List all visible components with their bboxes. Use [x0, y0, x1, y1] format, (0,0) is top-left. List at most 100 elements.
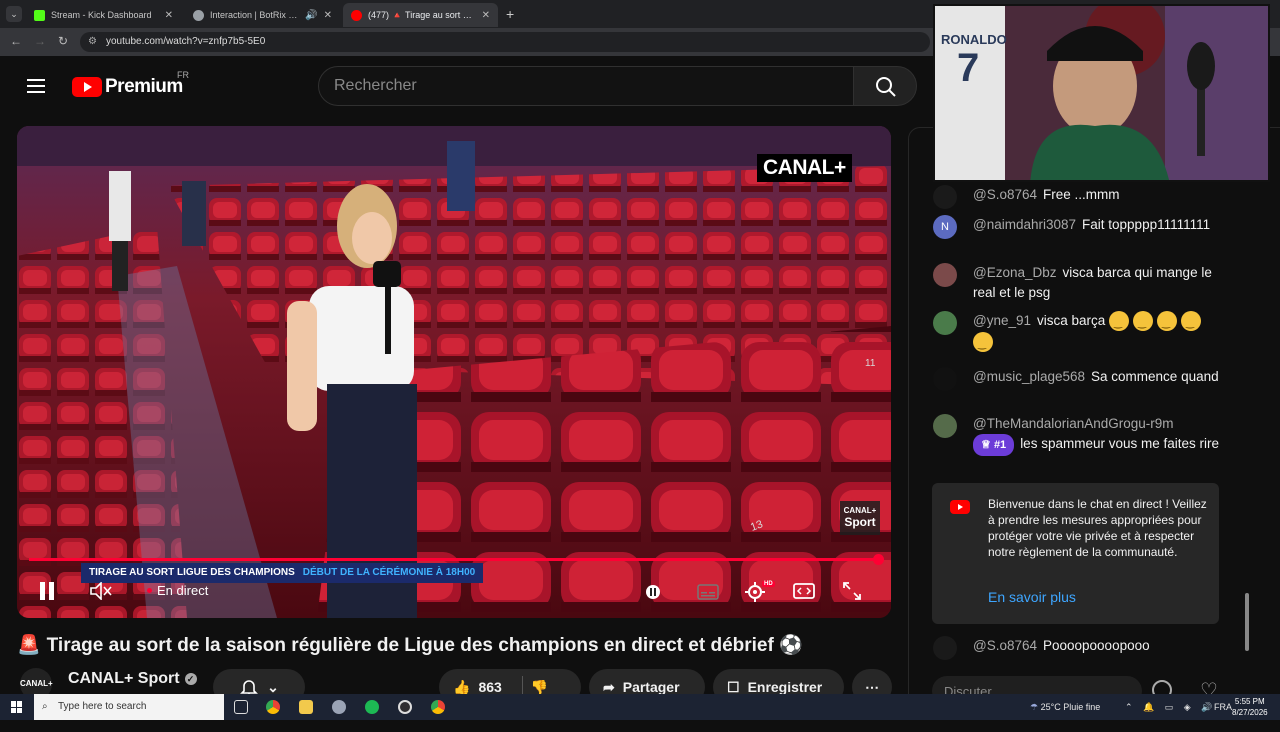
fullscreen-button[interactable]: [843, 582, 861, 605]
thumbs-down-icon[interactable]: 👎: [531, 679, 548, 696]
url-field[interactable]: ⚙ youtube.com/watch?v=znfp7b5-5E0: [80, 32, 930, 52]
progress-bar[interactable]: [29, 558, 881, 561]
botrix-favicon-icon: [193, 9, 204, 21]
youtube-header: Premium FR: [0, 56, 930, 116]
close-tab-icon[interactable]: ✕: [324, 10, 332, 21]
tab-search-chevron-icon[interactable]: ⌄: [6, 6, 22, 22]
chat-text: Fait toppppp11111111: [1082, 217, 1211, 232]
autoplay-toggle[interactable]: [645, 584, 661, 605]
lower-third-title: TIRAGE AU SORT LIGUE DES CHAMPIONS: [81, 563, 303, 583]
live-label[interactable]: En direct: [157, 583, 208, 598]
new-tab-plus-icon[interactable]: +: [506, 6, 514, 22]
theater-mode-button[interactable]: [793, 583, 815, 604]
member-rank: #1: [993, 439, 1007, 451]
chat-avatar: [933, 414, 957, 438]
close-tab-icon[interactable]: ✕: [482, 10, 490, 21]
search-box[interactable]: [318, 66, 854, 106]
youtube-favicon-icon: [351, 9, 362, 21]
search-icon: ⌕: [42, 701, 48, 712]
soccer-ball-emoji-icon: ⚽: [779, 635, 803, 656]
canal-plus-logo: CANAL+: [757, 154, 852, 182]
weather-rain-icon: ☂: [1030, 702, 1041, 712]
forward-arrow-icon[interactable]: →: [34, 34, 46, 48]
back-arrow-icon[interactable]: ←: [10, 34, 22, 48]
chat-author[interactable]: @yne_91: [973, 313, 1031, 328]
chat-welcome-notice: Bienvenue dans le chat en direct ! Veill…: [932, 483, 1219, 624]
browser-tab-youtube[interactable]: (477) 🔺 Tirage au sort de la sa ✕: [343, 3, 498, 27]
chat-message: N @naimdahri3087 Fait toppppp11111111: [933, 215, 1223, 239]
tray-icons[interactable]: ⌃ 🔔 ▭ ◈ 🔊: [1125, 694, 1216, 720]
chat-text: Free ...mmm: [1043, 187, 1120, 202]
chrome-active-icon[interactable]: [431, 700, 445, 714]
theater-mode-icon: [793, 583, 815, 599]
pause-icon: [40, 582, 54, 600]
search-input[interactable]: [319, 67, 853, 105]
chat-message: @TheMandalorianAndGrogu-r9m ♕ #1 les spamm…: [933, 414, 1223, 456]
menu-hamburger-icon[interactable]: [27, 79, 45, 93]
subtitles-icon: [697, 584, 719, 600]
live-indicator-dot: [147, 588, 152, 593]
url-text: youtube.com/watch?v=znfp7b5-5E0: [106, 36, 266, 47]
browser-tab-kick[interactable]: Stream - Kick Dashboard ✕: [26, 3, 181, 27]
verified-check-icon: ✓: [184, 672, 197, 685]
canal-sport-watermark: CANAL+ Sport: [840, 501, 880, 535]
thumbs-up-icon: 👍: [453, 678, 471, 695]
chat-author[interactable]: @S.o8764: [973, 187, 1037, 202]
chat-author[interactable]: @naimdahri3087: [973, 217, 1076, 232]
youtube-logo-icon[interactable]: [72, 77, 102, 97]
speaker-icon[interactable]: 🔊: [305, 10, 317, 21]
close-tab-icon[interactable]: ✕: [165, 10, 173, 21]
system-clock[interactable]: 5:55 PM 8/27/2026: [1232, 696, 1268, 718]
smile-emoji-icon: [1157, 311, 1178, 334]
chat-author[interactable]: @S.o8764: [973, 638, 1037, 653]
obs-icon[interactable]: [398, 700, 412, 714]
chrome-icon[interactable]: [266, 700, 280, 714]
reload-icon[interactable]: ↻: [58, 34, 68, 48]
pause-button[interactable]: [39, 582, 55, 605]
site-info-icon[interactable]: ⚙: [88, 32, 97, 52]
search-button[interactable]: [853, 66, 917, 106]
seat-number-2: 11: [865, 358, 876, 369]
video-player[interactable]: 13 11 CANAL+ CANAL+ Sport TIRAGE AU SORT…: [17, 126, 891, 618]
chat-avatar: [933, 185, 957, 209]
youtube-premium-wordmark[interactable]: Premium: [105, 76, 183, 98]
chat-author[interactable]: @music_plage568: [973, 369, 1085, 384]
save-label: Enregistrer: [747, 679, 823, 695]
smile-emoji-icon: [1181, 311, 1202, 334]
tab-label: (477) 🔺 Tirage au sort de la sa: [368, 9, 476, 20]
chat-scrollbar[interactable]: [1245, 593, 1249, 651]
browser-tab-botrix[interactable]: Interaction | BotRix — Clou 🔊 ✕: [185, 3, 340, 27]
taskbar-search-box[interactable]: ⌕ Type here to search: [34, 694, 224, 720]
mute-button[interactable]: [89, 581, 113, 605]
fullscreen-expand-icon: [843, 582, 861, 600]
jersey-number: 7: [957, 46, 980, 90]
channel-name[interactable]: CANAL+ Sport ✓: [68, 670, 197, 688]
task-view-icon[interactable]: [234, 700, 248, 714]
language-indicator[interactable]: FRA: [1214, 694, 1232, 720]
start-windows-icon[interactable]: [11, 701, 23, 713]
jersey-name: RONALDO: [941, 32, 1007, 47]
smile-emoji-icon: [973, 331, 993, 355]
chat-author[interactable]: @Ezona_Dbz: [973, 265, 1057, 280]
like-count: 863: [478, 679, 502, 695]
lower-third-banner: TIRAGE AU SORT LIGUE DES CHAMPIONS DÉBUT…: [81, 563, 484, 583]
sport-bug-top: CANAL+: [843, 506, 877, 515]
chat-message: @S.o8764 Free ...mmm: [933, 185, 1223, 209]
spotify-icon[interactable]: [365, 700, 379, 714]
progress-scrubber-handle[interactable]: [873, 554, 884, 565]
video-frame: 13 11: [17, 126, 891, 618]
share-label: Partager: [622, 679, 680, 695]
smile-emoji-icon: [1109, 311, 1130, 334]
file-explorer-icon[interactable]: [299, 700, 313, 714]
hd-badge: HD: [762, 581, 775, 587]
subtitles-button[interactable]: [697, 584, 719, 605]
youtube-logo-icon: [950, 500, 970, 514]
chat-text: visca barça: [1037, 313, 1106, 328]
chat-author[interactable]: @TheMandalorianAndGrogu-r9m: [973, 414, 1217, 434]
welcome-text: Bienvenue dans le chat en direct ! Veill…: [988, 497, 1207, 559]
weather-widget[interactable]: ☂ 25°C Pluie fine: [1030, 694, 1100, 720]
share-arrow-icon: ➦: [603, 678, 615, 695]
app-icon[interactable]: [332, 700, 346, 714]
member-badge: ♕ #1: [973, 434, 1015, 456]
learn-more-link[interactable]: En savoir plus: [988, 589, 1076, 605]
